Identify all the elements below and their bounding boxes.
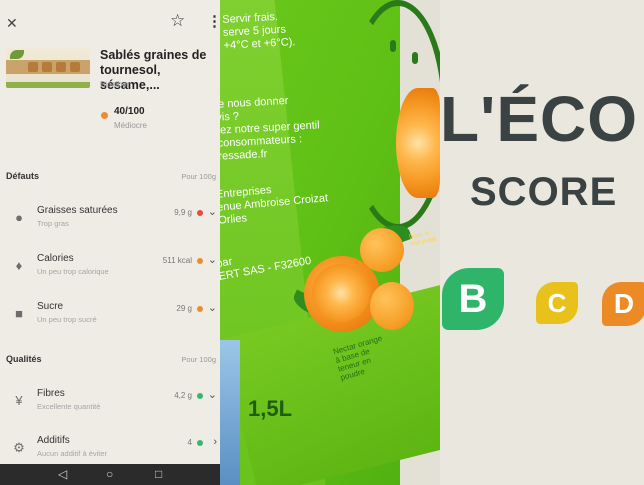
blue-background-strip (220, 340, 240, 485)
nutrient-name: Calories (37, 253, 74, 264)
close-icon[interactable]: ✕ (6, 16, 18, 30)
eco-score-d-icon: D (602, 282, 644, 326)
score-label: Médiocre (114, 121, 147, 130)
chevron-down-icon[interactable]: ⌄ (208, 301, 217, 315)
level-dot-icon (197, 393, 203, 399)
badge-letter: D (613, 288, 635, 319)
poster-title: L'ÉCO (440, 83, 638, 155)
nutrient-name: Additifs (37, 435, 70, 446)
section-unit: Pour 100g (181, 355, 216, 364)
nutrient-description: Aucun additif à éviter (37, 449, 108, 458)
badge-letter: B (458, 276, 488, 321)
level-dot-icon (197, 440, 203, 446)
chevron-down-icon[interactable]: ⌄ (208, 205, 217, 219)
level-dot-icon (197, 210, 203, 216)
badge-letter: C (547, 287, 567, 318)
section-title: Qualités (6, 354, 42, 364)
nutrient-description: Un peu trop sucré (37, 315, 97, 324)
screenshot-collage: ✕ ☆ ⋮ Sablés graines de tournesol, sésam… (0, 0, 644, 485)
defect-row-sugar[interactable]: ■ Sucre Un peu trop sucré 29 g ⌄ (0, 301, 220, 337)
app-screen: ✕ ☆ ⋮ Sablés graines de tournesol, sésam… (0, 0, 220, 485)
nutrient-value: 4 (187, 438, 192, 447)
nutrient-value: 4,2 g (174, 391, 192, 400)
section-unit: Pour 100g (181, 172, 216, 181)
chevron-right-icon[interactable]: › (213, 435, 217, 449)
level-dot-icon (197, 306, 203, 312)
nutrient-description: Un peu trop calorique (37, 267, 109, 276)
defect-row-calories[interactable]: ♦ Calories Un peu trop calorique 511 kca… (0, 253, 220, 289)
carton-text-address: Entreprises enue Ambroise Croizat Orlies (220, 184, 329, 227)
quality-row-fibres[interactable]: ¥ Fibres Excellente quantité 4,2 g ⌄ (0, 388, 220, 424)
level-dot-icon (197, 258, 203, 264)
eco-score-b-icon: B (442, 268, 504, 330)
eco-score-c-icon: C (536, 282, 578, 324)
nutrient-description: Excellente quantité (37, 402, 101, 411)
product-thumbnail[interactable] (6, 48, 90, 88)
back-icon[interactable]: ◁ (58, 467, 67, 481)
score-dot-icon (101, 112, 108, 119)
defect-row-saturated-fat[interactable]: ● Graisses saturées Trop gras 9,9 g ⌄ (0, 205, 220, 241)
chevron-down-icon[interactable]: ⌄ (208, 388, 217, 402)
nutrient-name: Sucre (37, 301, 64, 312)
android-nav-bar: ◁ ○ □ (0, 464, 220, 485)
carton-text-serve: Servir frais. serve 5 jours +4°C et +6°C… (222, 10, 296, 52)
nutrient-name: Graisses saturées (37, 205, 118, 216)
defects-section-header: Défauts Pour 100g (0, 171, 220, 185)
sugar-cube-icon: ■ (15, 306, 23, 321)
star-icon[interactable]: ☆ (170, 12, 185, 30)
top-bar: ✕ ☆ ⋮ (0, 0, 220, 40)
nutrient-description: Trop gras (37, 219, 69, 228)
qualities-section-header: Qualités Pour 100g (0, 354, 220, 368)
more-options-icon[interactable]: ⋮ (207, 14, 220, 29)
wheat-icon: ¥ (15, 393, 23, 408)
nutrient-value: 9,9 g (174, 208, 192, 217)
nutrient-name: Fibres (37, 388, 65, 399)
carton-text-feedback: le nous donner vis ? tez notre super gen… (220, 94, 320, 163)
nutrient-value: 511 kcal (162, 256, 192, 265)
product-brand: Bioalbon (100, 80, 132, 89)
carton-volume: 1,5L (248, 396, 293, 421)
poster-subtitle: SCORE (470, 170, 618, 214)
recents-icon[interactable]: □ (155, 467, 162, 481)
section-title: Défauts (6, 171, 40, 181)
flame-icon: ♦ (15, 258, 23, 273)
chevron-down-icon[interactable]: ⌄ (208, 253, 217, 267)
home-icon[interactable]: ○ (106, 467, 113, 481)
eco-score-poster: L'ÉCO SCORE B C D (440, 0, 644, 485)
drop-icon: ● (15, 210, 23, 225)
score-value: 40/100 (114, 106, 145, 117)
additive-icon: ⚙ (13, 440, 25, 455)
nutrient-value: 29 g (176, 304, 192, 313)
